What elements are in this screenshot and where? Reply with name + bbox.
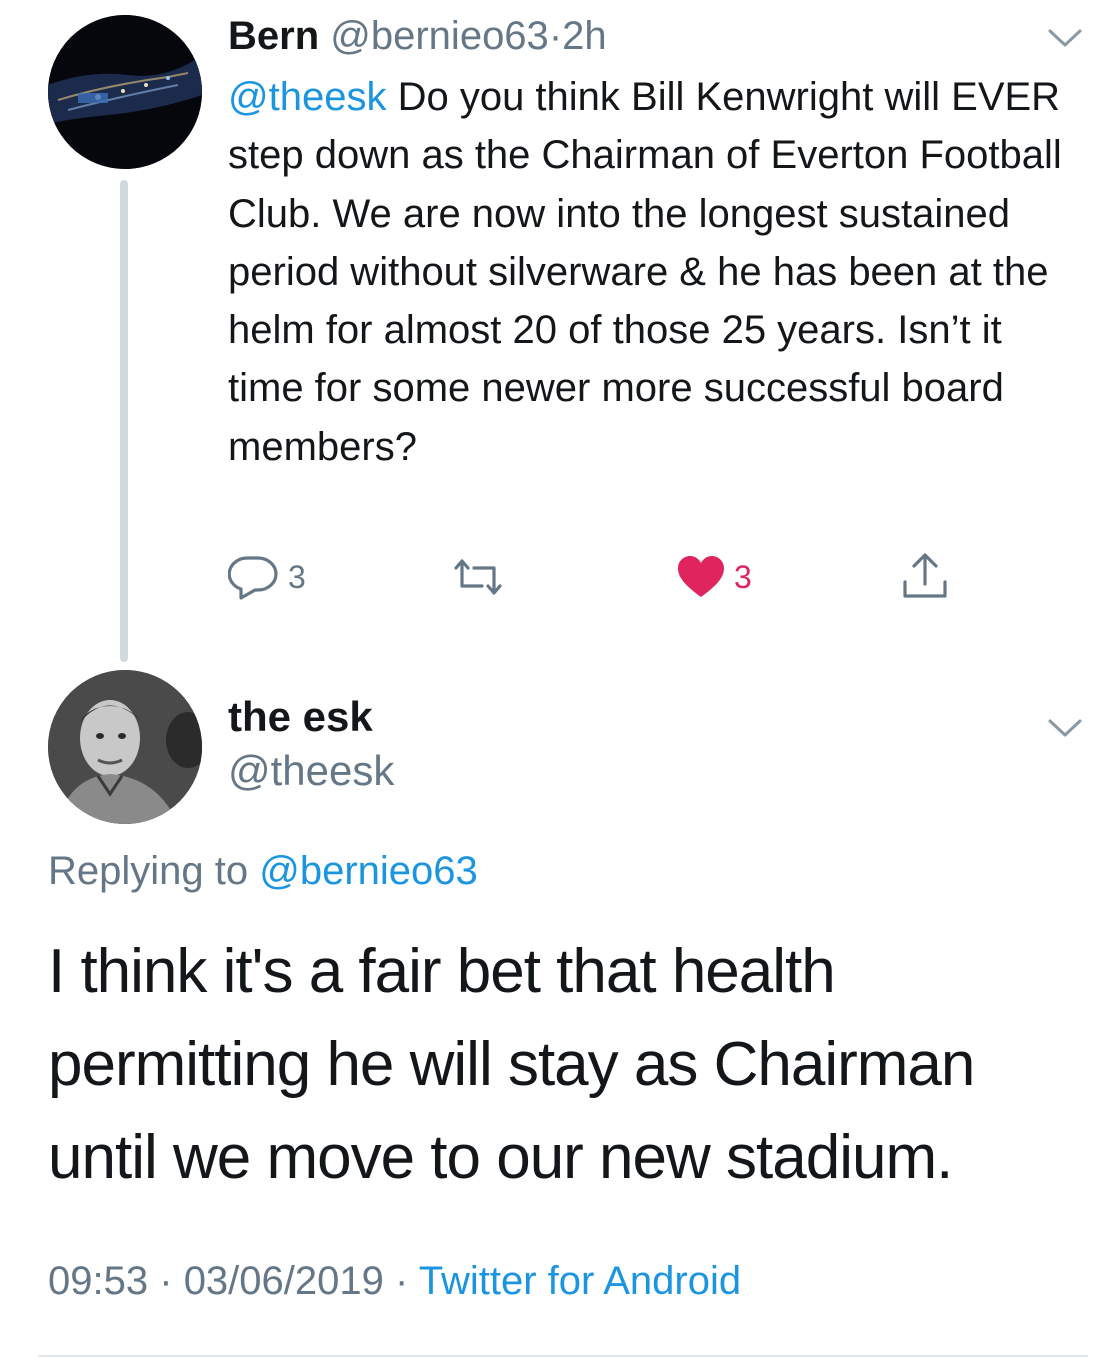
parent-mention-link[interactable]: @theesk (228, 75, 386, 119)
reply-time[interactable]: 09:53 (48, 1259, 148, 1303)
retweet-action[interactable] (450, 552, 506, 602)
retweet-icon (454, 559, 502, 595)
parent-more-chevron-icon[interactable] (1046, 18, 1084, 56)
reply-date[interactable]: 03/06/2019 (184, 1259, 384, 1303)
like-count: 3 (734, 559, 752, 595)
avatar-bern-image (48, 15, 202, 169)
reply-icon (228, 556, 278, 600)
footer-separator-1: · (159, 1259, 173, 1303)
thread-connector-line (120, 180, 128, 662)
reply-author-name[interactable]: the esk (228, 692, 373, 742)
parent-author-name[interactable]: Bern (228, 14, 319, 58)
parent-tweet-header: Bern @bernieo63·2h (228, 12, 607, 60)
reply-tweet-text: I think it's a fair bet that health perm… (48, 937, 975, 1192)
reply-more-chevron-icon[interactable] (1046, 708, 1084, 746)
avatar-the-esk[interactable] (48, 670, 202, 824)
reply-author-handle[interactable]: @theesk (228, 746, 394, 796)
bottom-divider (38, 1355, 1088, 1357)
share-icon (903, 553, 947, 598)
footer-separator-2: · (395, 1259, 409, 1303)
replying-to-line: Replying to @bernieo63 (48, 846, 478, 896)
header-separator: · (548, 14, 563, 58)
reply-timestamp-line: 09:53 · 03/06/2019 · Twitter for Android (48, 1255, 741, 1307)
avatar-the-esk-image (48, 670, 202, 824)
parent-time-ago[interactable]: 2h (562, 14, 607, 58)
share-action[interactable] (900, 552, 950, 602)
heart-filled-icon (678, 556, 724, 597)
avatar-bern[interactable] (48, 15, 202, 169)
parent-author-handle[interactable]: @bernieo63 (330, 14, 549, 58)
parent-tweet-text: @theesk Do you think Bill Kenwright will… (228, 68, 1068, 476)
replying-prefix: Replying to (48, 849, 260, 893)
parent-tweet-body: Do you think Bill Kenwright will EVER st… (228, 75, 1062, 469)
reply-action[interactable]: 3 (228, 552, 306, 602)
like-action[interactable]: 3 (676, 552, 752, 602)
reply-count: 3 (288, 559, 306, 595)
replying-to-link[interactable]: @bernieo63 (259, 849, 478, 893)
reply-source-link[interactable]: Twitter for Android (419, 1259, 741, 1303)
